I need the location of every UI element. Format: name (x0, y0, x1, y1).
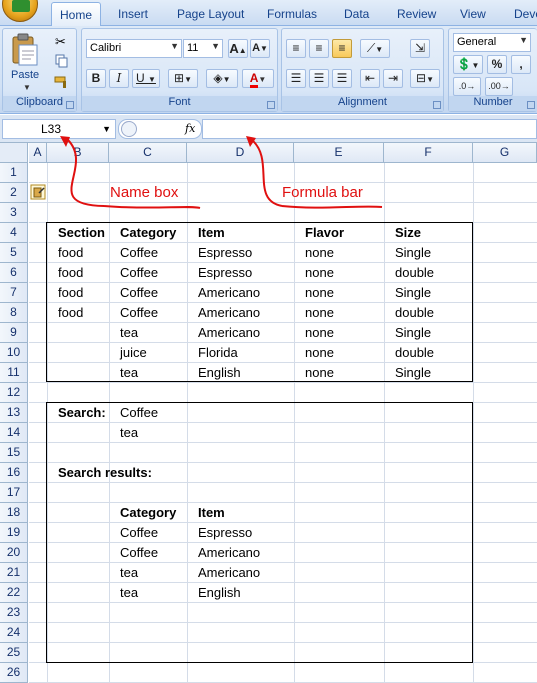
formula-bar-arrow-tail (281, 205, 383, 209)
name-box-arrow-tail (103, 205, 201, 209)
annotation-arrows (60, 136, 383, 209)
formula-bar-arrow (251, 139, 283, 207)
name-box-arrow (67, 139, 105, 207)
